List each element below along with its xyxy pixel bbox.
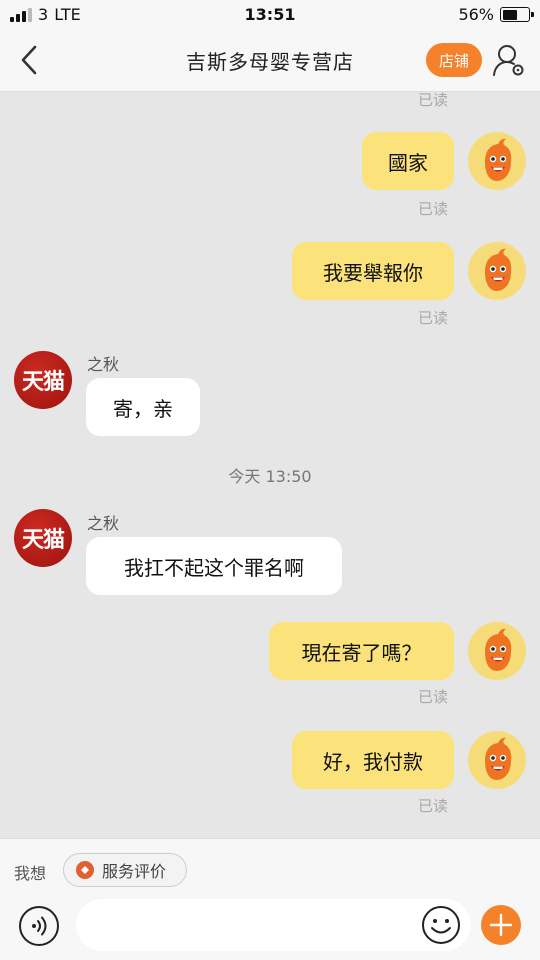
- mascot-avatar-icon: [485, 737, 512, 780]
- sender-name: 之秋: [87, 355, 120, 374]
- mascot-avatar-icon: [485, 248, 512, 291]
- service-icon: [76, 861, 94, 879]
- user-avatar[interactable]: [468, 731, 526, 789]
- input-bar: 我想 服务评价: [0, 838, 540, 960]
- voice-button[interactable]: [19, 906, 59, 946]
- voice-icon: [32, 916, 47, 936]
- status-right: 56%: [458, 5, 534, 24]
- shop-avatar[interactable]: 天猫: [14, 351, 72, 409]
- header: 吉斯多母婴专营店 店铺: [0, 30, 540, 92]
- chat-area[interactable]: 已读 國家 已读 我要舉報你 已读 天猫 之秋 寄，亲 今天 13:50 天猫 …: [0, 92, 540, 838]
- read-status: 已读: [418, 200, 449, 218]
- read-status: 已读: [418, 688, 449, 706]
- mascot-avatar-icon: [485, 628, 512, 671]
- read-status: 已读: [418, 92, 449, 109]
- battery-icon: [500, 7, 534, 22]
- read-status: 已读: [418, 309, 449, 327]
- message-bubble-mine[interactable]: 現在寄了嗎？: [269, 622, 454, 680]
- message-bubble-mine[interactable]: 我要舉報你: [292, 242, 454, 300]
- time-divider: 今天 13:50: [228, 467, 312, 486]
- service-review-chip[interactable]: 服务评价: [63, 853, 187, 887]
- shop-button[interactable]: 店铺: [426, 43, 482, 77]
- emoji-button[interactable]: [421, 905, 461, 945]
- message-input[interactable]: [76, 899, 471, 951]
- message-bubble-theirs[interactable]: 寄，亲: [86, 378, 200, 436]
- mascot-avatar-icon: [485, 138, 512, 181]
- emoji-icon: [422, 906, 460, 944]
- shop-avatar[interactable]: 天猫: [14, 509, 72, 567]
- status-bar: 3 LTE 13:51 56%: [0, 0, 540, 30]
- service-review-label: 服务评价: [102, 862, 167, 881]
- user-avatar[interactable]: [468, 132, 526, 190]
- message-bubble-mine[interactable]: 好，我付款: [292, 731, 454, 789]
- wish-label: 我想: [14, 864, 47, 883]
- sender-name: 之秋: [87, 514, 120, 533]
- user-avatar[interactable]: [468, 242, 526, 300]
- plus-button[interactable]: [481, 905, 521, 945]
- battery-fill: [502, 9, 517, 20]
- user-settings-icon: [493, 45, 524, 76]
- read-status: 已读: [418, 797, 449, 815]
- user-settings-button[interactable]: [491, 42, 527, 78]
- battery-percent: 56%: [458, 5, 494, 24]
- message-bubble-theirs[interactable]: 我扛不起这个罪名啊: [86, 537, 342, 595]
- message-bubble-mine[interactable]: 國家: [362, 132, 454, 190]
- plus-icon: [489, 913, 513, 937]
- user-avatar[interactable]: [468, 622, 526, 680]
